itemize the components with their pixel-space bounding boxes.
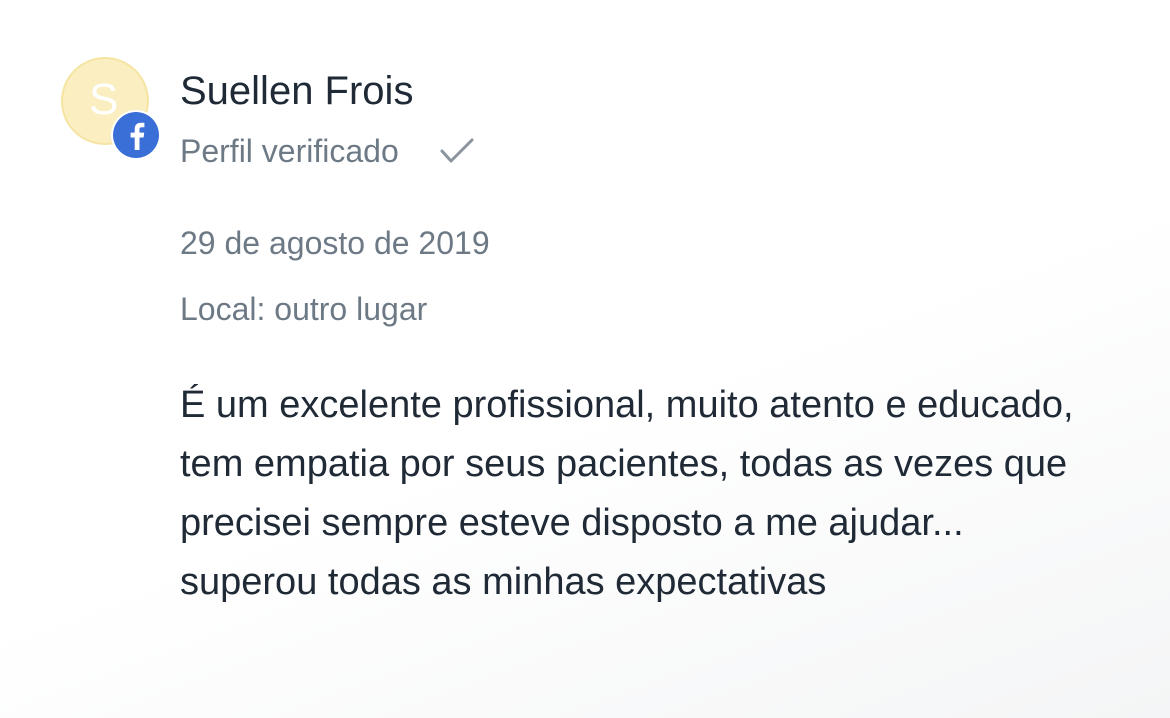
verified-profile-row: Perfil verificado (180, 131, 475, 171)
reviewer-name[interactable]: Suellen Frois (180, 68, 413, 114)
verified-profile-label: Perfil verificado (180, 133, 399, 169)
review-date: 29 de agosto de 2019 (180, 225, 490, 261)
review-text: É um excelente profissional, muito atent… (180, 384, 1074, 603)
checkmark-icon (440, 138, 474, 163)
review-card: S Suellen Frois Perfil verificado 29 de … (0, 0, 1170, 718)
review-location: Local: outro lugar (180, 291, 428, 327)
facebook-icon (111, 110, 161, 160)
